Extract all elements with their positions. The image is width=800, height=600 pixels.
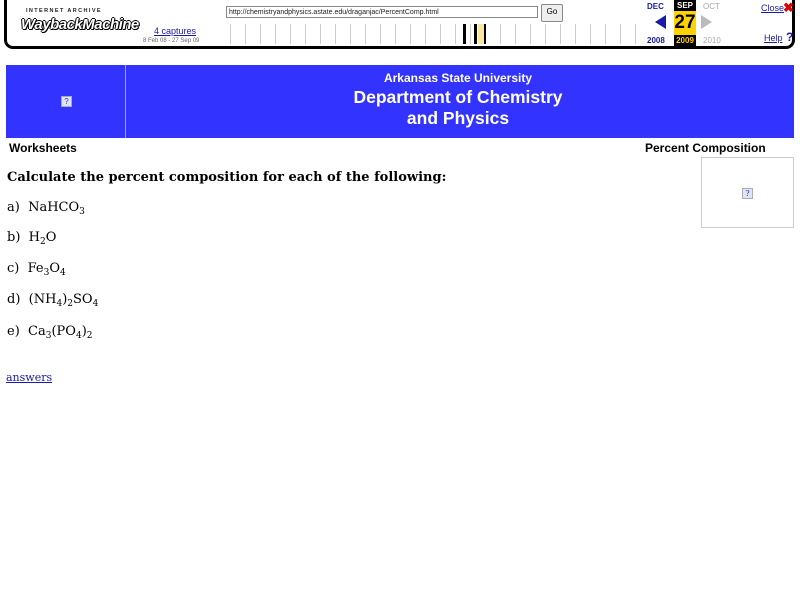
formula-subscript: 2 [86,331,93,341]
sparkline-tick [365,24,366,44]
formula-subscript: 3 [79,207,85,217]
prev-capture-arrow-icon[interactable] [655,15,666,29]
captures-link[interactable]: 4 captures [154,26,196,36]
department-line-2: and Physics [406,108,510,128]
capture-bar [474,24,477,44]
broken-image-icon: ? [742,188,753,199]
banner-logo-cell: ? [6,65,126,138]
formula-subscript: 4 [60,268,66,278]
month-next: OCT [703,2,720,11]
sparkline-tick [545,24,546,44]
capture-bar [484,24,486,44]
sparkline-tick [305,24,306,44]
sparkline-tick [440,24,441,44]
problem-letter: a) [7,200,29,215]
side-image-box: ? [701,157,794,228]
page-banner: ? Arkansas State University Department o… [6,65,794,138]
sparkline-tick [575,24,576,44]
sparkline-tick [560,24,561,44]
wayback-toolbar: INTERNET ARCHIVE WaybackMachine http://c… [4,0,795,49]
problem-letter: e) [7,324,29,339]
department-name: Department of Chemistry and Physics [128,87,788,129]
sparkline-tick [350,24,351,44]
sparkline-tick [230,24,231,44]
problem-d: d) (NH4)2SO4 [7,292,99,309]
sparkline-tick [410,24,411,44]
sparkline-tick [245,24,246,44]
problem-e: e) Ca3(PO4)2 [7,324,93,341]
logo-internet-archive: INTERNET ARCHIVE [26,8,102,14]
formula-text: (NH [28,292,57,307]
sparkline-tick [515,24,516,44]
sparkline-tick [425,24,426,44]
sparkline-tick [455,24,456,44]
problem-a: a) NaHCO3 [7,200,85,217]
month-current: SEP [674,0,696,11]
sparkline-tick [335,24,336,44]
formula-text: O [49,261,61,276]
formula-text: H [28,230,41,245]
formula-text: O [45,230,57,245]
sparkline-tick [590,24,591,44]
problem-letter: d) [7,292,29,307]
url-input[interactable]: http://chemistryandphysics.astate.edu/dr… [226,6,538,18]
logo-wayback-machine: WaybackMachine [21,16,139,33]
capture-bar [463,24,466,44]
close-link[interactable]: Close [761,3,784,13]
sparkline-tick [395,24,396,44]
formula-subscript: 4 [92,299,99,309]
university-name: Arkansas State University [383,71,533,85]
formula-text: NaHCO [28,200,80,215]
sparkline-tick [530,24,531,44]
next-capture-arrow-icon [701,15,712,29]
go-button[interactable]: Go [541,4,563,22]
help-link[interactable]: Help [764,33,783,43]
department-line-1: Department of Chemistry [353,87,563,107]
problem-b: b) H2O [7,230,57,247]
broken-image-icon: ? [61,96,72,107]
capture-sparkline[interactable] [228,24,639,44]
answers-link[interactable]: answers [6,371,52,384]
sparkline-tick [260,24,261,44]
wayback-logo[interactable]: INTERNET ARCHIVE WaybackMachine [21,8,139,42]
year-next: 2010 [703,36,721,45]
formula-text: (PO [51,324,76,339]
sparkline-tick [470,24,471,44]
formula-text: Ca [28,324,46,339]
capture-range: 8 Feb 08 - 27 Sep 09 [143,38,200,44]
sparkline-tick [635,24,636,44]
sparkline-tick [605,24,606,44]
year-current: 2009 [674,35,696,46]
instructions: Calculate the percent composition for ea… [7,170,447,185]
close-x-icon[interactable]: ✖ [783,0,794,16]
question-mark-icon[interactable]: ? [786,30,793,44]
worksheets-heading: Worksheets [9,141,77,155]
day-current: 27 [674,11,696,35]
problem-letter: c) [7,261,28,276]
sparkline-tick [290,24,291,44]
formula-text: SO [73,292,93,307]
sparkline-tick [620,24,621,44]
sparkline-tick [380,24,381,44]
page-title: Percent Composition [645,141,766,155]
sparkline-tick [320,24,321,44]
month-prev[interactable]: DEC [647,2,664,11]
sparkline-tick [500,24,501,44]
problem-letter: b) [7,230,29,245]
sparkline-tick [275,24,276,44]
problem-c: c) Fe3O4 [7,261,66,278]
formula-text: Fe [27,261,44,276]
year-prev[interactable]: 2008 [647,36,665,45]
